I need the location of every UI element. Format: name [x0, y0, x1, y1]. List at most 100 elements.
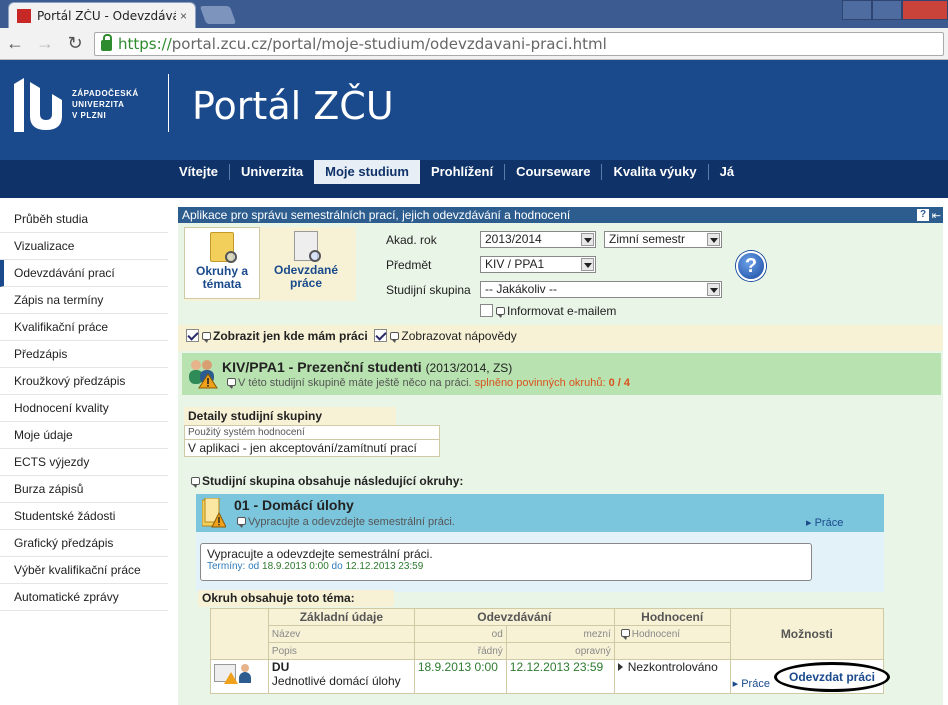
main-panel: Aplikace pro správu semestrálních prací,… — [178, 207, 943, 705]
sidebar-item-krouzkovy-predzapis[interactable]: Kroužkový předzápis — [0, 368, 168, 395]
sidebar-item-odevzdavani-praci[interactable]: Odevzdávání prací — [0, 260, 168, 287]
expand-triangle-icon[interactable] — [617, 663, 623, 671]
header-popis: Popis — [267, 642, 415, 660]
options-row: Zobrazit jen kde mám práci Zobrazovat ná… — [186, 329, 517, 349]
document-search-icon — [294, 231, 321, 262]
topic-prace-link[interactable]: Práce — [806, 516, 844, 529]
top-navigation: Vítejte Univerzita Moje studium Prohlíže… — [0, 160, 948, 198]
app-titlebar: Aplikace pro správu semestrálních prací,… — [178, 207, 943, 223]
header-od: od — [413, 625, 507, 643]
sidebar-item-studentske-zadosti[interactable]: Studentské žádosti — [0, 503, 168, 530]
group-details: Detaily studijní skupiny Použitý systém … — [184, 407, 440, 457]
header-radny: řádný — [413, 642, 507, 660]
lock-icon — [101, 34, 112, 51]
row-name: DU — [271, 660, 290, 674]
mode-odevzdane-button[interactable]: Odevzdané práce — [268, 227, 344, 299]
hint-bubble-icon — [390, 332, 400, 343]
banner-divider — [168, 74, 169, 132]
browser-tab[interactable]: Portál ZČU - Odevzdávání × — [8, 2, 196, 28]
header-hodnoceni: Hodnocení — [613, 608, 731, 626]
envelope-warning-icon — [214, 664, 238, 684]
header-nazev: Název — [267, 625, 415, 643]
sidebar-item-burza-zapisu[interactable]: Burza zápisů — [0, 476, 168, 503]
select-akad-rok[interactable]: 2013/2014 — [480, 231, 596, 248]
minimize-button[interactable] — [842, 0, 872, 20]
folder-warning-icon — [202, 498, 226, 528]
header-opravny: opravný — [505, 642, 615, 660]
hint-bubble-icon — [227, 378, 236, 389]
topic-subtitle: Vypracujte a odevzdejte semestrální prác… — [234, 516, 455, 528]
hint-bubble-icon — [496, 307, 505, 318]
hints-checkbox[interactable] — [374, 329, 388, 342]
sidebar-item-graficky-predzapis[interactable]: Grafický předzápis — [0, 530, 168, 557]
close-window-button[interactable] — [902, 0, 948, 20]
sidebar-item-ects-vyjezdy[interactable]: ECTS výjezdy — [0, 449, 168, 476]
window-controls — [842, 0, 948, 20]
label-akad-rok: Akad. rok — [386, 233, 437, 247]
select-studijni-skupina[interactable]: -- Jakákoliv -- — [480, 281, 722, 298]
hint-bubble-icon — [237, 517, 246, 528]
select-predmet[interactable]: KIV / PPA1 — [480, 256, 596, 273]
sidebar-item-hodnoceni-kvality[interactable]: Hodnocení kvality — [0, 395, 168, 422]
tab-title: Portál ZČU - Odevzdávání — [37, 8, 176, 23]
collapse-arrow-icon[interactable]: ⇤ — [932, 208, 941, 224]
header-zakladni-udaje: Základní údaje — [267, 608, 415, 626]
study-group-box: KIV/PPA1 - Prezenční studenti (2013/2014… — [182, 353, 941, 395]
mode-switch: Okruhy a témata Odevzdané práce — [184, 227, 356, 301]
back-arrow-icon[interactable]: ← — [0, 33, 30, 54]
row-description: Jednotlivé domácí úlohy — [271, 674, 401, 688]
header-odevzdavani: Odevzdávání — [413, 608, 615, 626]
portal-title: Portál ZČU — [192, 84, 394, 128]
nav-item-kvalita-vyuky[interactable]: Kvalita výuky — [602, 160, 707, 184]
nav-item-moje-studium[interactable]: Moje studium — [314, 160, 420, 184]
sidebar-item-predzapis[interactable]: Předzápis — [0, 341, 168, 368]
chevron-down-icon — [707, 283, 720, 296]
forward-arrow-icon[interactable]: → — [30, 33, 60, 54]
row-status: Nezkontrolováno — [613, 659, 731, 694]
topics-heading: Studijní skupina obsahuje následující ok… — [188, 474, 463, 488]
hint-bubble-icon — [620, 628, 630, 640]
address-bar[interactable]: https://portal.zcu.cz/portal/moje-studiu… — [94, 31, 944, 56]
mode-okruhy-button[interactable]: Okruhy a témata — [184, 227, 260, 299]
sidebar-item-vyber-kvalifikacni-prace[interactable]: Výběr kvalifikační práce — [0, 557, 168, 584]
chevron-down-icon — [581, 233, 594, 246]
row-deadline: 12.12.2013 23:59 — [505, 659, 615, 694]
sidebar-item-moje-udaje[interactable]: Moje údaje — [0, 422, 168, 449]
url-text: https://portal.zcu.cz/portal/moje-studiu… — [118, 34, 607, 53]
chevron-down-icon — [707, 233, 720, 246]
row-prace-link[interactable]: Práce — [733, 677, 770, 690]
sidebar-item-prubeh-studia[interactable]: Průběh studia — [0, 206, 168, 233]
help-icon[interactable]: ? — [736, 251, 766, 281]
notify-checkbox[interactable] — [480, 304, 493, 317]
label-studijni-skupina: Studijní skupina — [386, 283, 471, 297]
only-mine-checkbox[interactable] — [186, 329, 199, 342]
hint-bubble-icon — [202, 332, 211, 343]
maximize-button[interactable] — [872, 0, 902, 20]
sidebar-item-vizualizace[interactable]: Vizualizace — [0, 233, 168, 260]
nav-item-courseware[interactable]: Courseware — [505, 160, 601, 184]
details-label: Použitý systém hodnocení — [184, 425, 440, 439]
group-hint: V této studijní skupině máte ještě něco … — [224, 377, 630, 389]
sidebar-item-automaticke-zpravy[interactable]: Automatické zprávy — [0, 584, 168, 611]
nav-item-prohlizeni[interactable]: Prohlížení — [420, 160, 504, 184]
nav-item-univerzita[interactable]: Univerzita — [230, 160, 314, 184]
label-predmet: Předmět — [386, 258, 432, 272]
row-from: 18.9.2013 0:00 — [413, 659, 507, 694]
help-mini-icon[interactable]: ? — [917, 209, 929, 221]
app-title: Aplikace pro správu semestrálních prací,… — [182, 208, 571, 222]
sidebar-item-kvalifikacni-prace[interactable]: Kvalifikační práce — [0, 314, 168, 341]
submit-work-button[interactable]: Odevzdat práci — [774, 662, 890, 692]
browser-tab-strip: Portál ZČU - Odevzdávání × — [0, 0, 948, 28]
new-tab-button[interactable] — [199, 6, 237, 24]
notify-option: Informovat e-mailem — [480, 304, 616, 318]
sidebar: Průběh studia Vizualizace Odevzdávání pr… — [0, 206, 168, 611]
nav-item-vitejte[interactable]: Vítejte — [168, 160, 229, 184]
details-heading: Detaily studijní skupiny — [184, 407, 396, 425]
tab-close-icon[interactable]: × — [180, 9, 187, 23]
header-mezni: mezní — [505, 625, 615, 643]
reload-icon[interactable]: ↻ — [60, 33, 90, 54]
nav-item-ja[interactable]: Já — [709, 160, 745, 184]
zcu-logo-icon[interactable] — [14, 74, 62, 132]
select-semestr[interactable]: Zimní semestr — [604, 231, 722, 248]
sidebar-item-zapis-na-terminy[interactable]: Zápis na termíny — [0, 287, 168, 314]
